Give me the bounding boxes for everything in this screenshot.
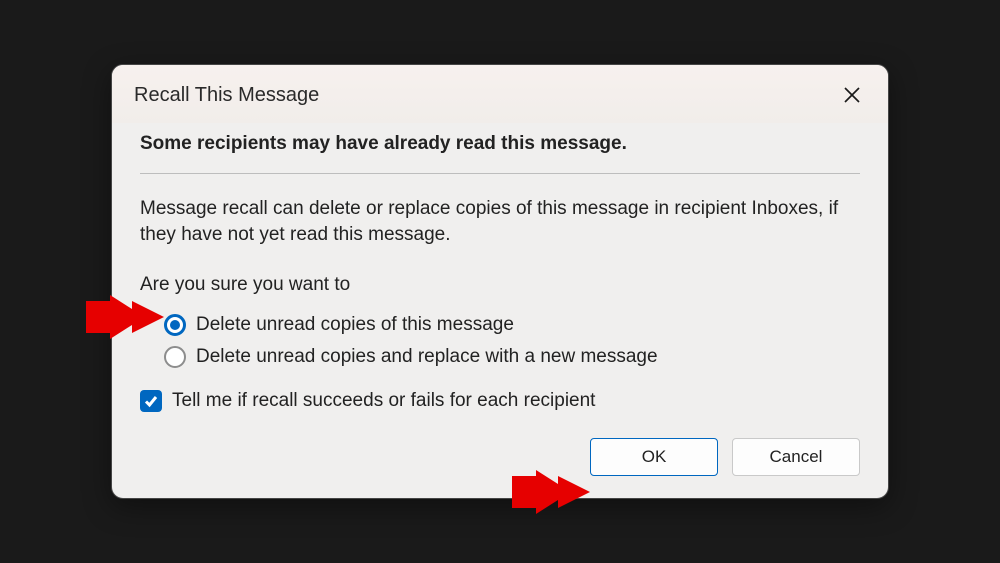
radio-icon [164, 314, 186, 336]
notify-checkbox-label: Tell me if recall succeeds or fails for … [172, 390, 595, 412]
description-text: Message recall can delete or replace cop… [140, 196, 860, 247]
warning-text: Some recipients may have already read th… [140, 133, 860, 155]
dialog-body: Some recipients may have already read th… [112, 123, 888, 497]
notify-checkbox-row[interactable]: Tell me if recall succeeds or fails for … [140, 390, 860, 412]
prompt-text: Are you sure you want to [140, 274, 860, 296]
divider [140, 173, 860, 174]
dialog-title: Recall This Message [134, 84, 319, 107]
recall-message-dialog: Recall This Message Some recipients may … [111, 64, 889, 498]
close-button[interactable] [834, 77, 870, 113]
radio-icon [164, 346, 186, 368]
close-icon [843, 86, 861, 104]
cancel-button-label: Cancel [770, 447, 823, 467]
option-replace-label: Delete unread copies and replace with a … [196, 346, 658, 368]
ok-button-label: OK [642, 447, 667, 467]
cancel-button[interactable]: Cancel [732, 438, 860, 476]
checkbox-icon [140, 390, 162, 412]
option-delete-unread[interactable]: Delete unread copies of this message [164, 314, 860, 336]
option-delete-and-replace[interactable]: Delete unread copies and replace with a … [164, 346, 860, 368]
dialog-titlebar: Recall This Message [112, 65, 888, 123]
option-delete-label: Delete unread copies of this message [196, 314, 514, 336]
recall-options-group: Delete unread copies of this message Del… [164, 314, 860, 368]
dialog-button-row: OK Cancel [140, 438, 860, 476]
ok-button[interactable]: OK [590, 438, 718, 476]
